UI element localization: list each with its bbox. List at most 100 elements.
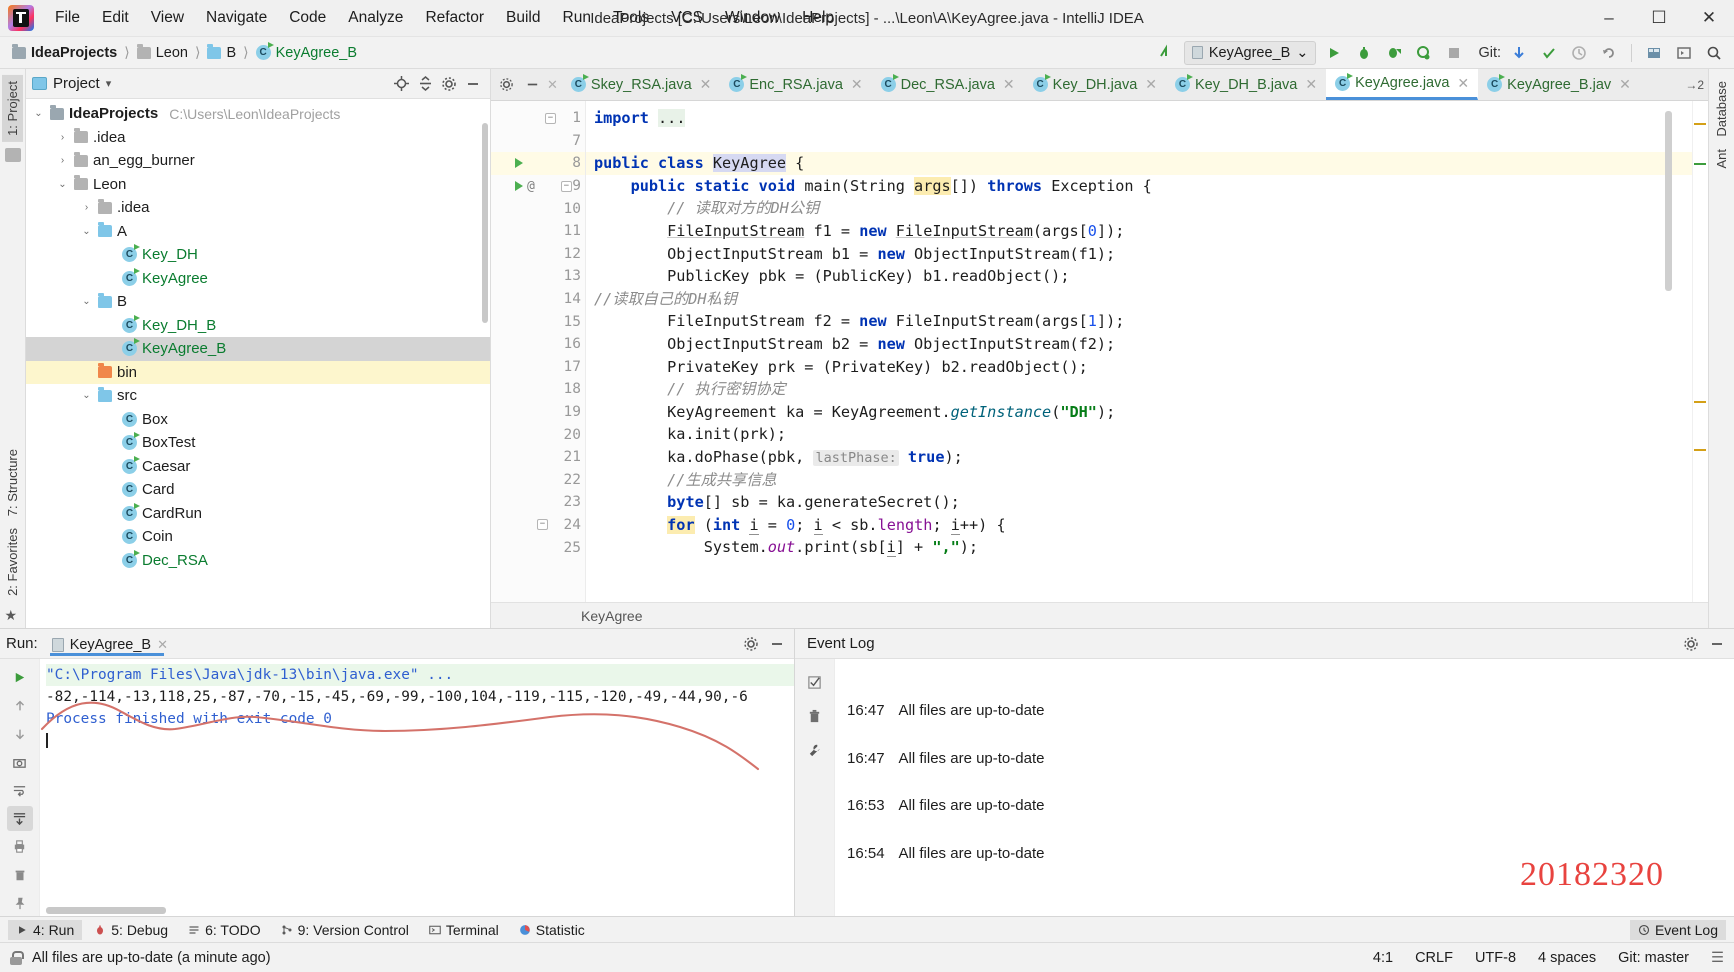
- camera-icon[interactable]: [7, 750, 33, 775]
- tree-row[interactable]: C Dec_RSA: [26, 549, 490, 573]
- menu-refactor[interactable]: Refactor: [414, 5, 495, 31]
- pin-icon[interactable]: [7, 891, 33, 916]
- fold-expand-icon[interactable]: −: [545, 112, 556, 124]
- file-encoding[interactable]: UTF-8: [1475, 950, 1516, 966]
- event-log-row[interactable]: 16:47 All files are up-to-date: [847, 735, 1734, 783]
- editor-gutter[interactable]: −1 7 8 @ −9 10 11 12 13 14 15 16 17 18 19 20 21 22 23−24 25: [491, 101, 586, 602]
- close-icon[interactable]: ✕: [1457, 75, 1469, 92]
- search-everywhere-icon[interactable]: [1702, 41, 1726, 65]
- chevron-down-icon[interactable]: ⌄: [80, 390, 93, 401]
- gutter-line[interactable]: 25: [491, 536, 585, 559]
- breadcrumb[interactable]: IdeaProjects ⟩ Leon ⟩ B ⟩ C KeyAgree_B: [8, 42, 361, 63]
- gutter-line[interactable]: 18: [491, 378, 585, 401]
- editor-tabs-overflow[interactable]: →2: [1685, 69, 1708, 100]
- minimize-icon[interactable]: [766, 633, 788, 655]
- run-configuration-selector[interactable]: KeyAgree_B ⌄: [1183, 40, 1317, 65]
- gutter-line[interactable]: 23: [491, 491, 585, 514]
- minimize-icon[interactable]: [1706, 633, 1728, 655]
- event-log-row[interactable]: 16:53 All files are up-to-date: [847, 782, 1734, 830]
- editor-marker-bar[interactable]: [1692, 101, 1708, 602]
- sidebar-item-project[interactable]: 1: Project: [2, 75, 23, 142]
- gutter-line[interactable]: 8: [491, 152, 585, 175]
- sidebar-item-favorites[interactable]: 2: Favorites: [2, 522, 23, 602]
- close-icon[interactable]: ✕: [1003, 76, 1015, 93]
- editor-tab[interactable]: C KeyAgree.java ✕: [1326, 69, 1479, 100]
- window-controls[interactable]: – ☐ ✕: [1584, 0, 1734, 36]
- editor-tabs[interactable]: ✕ C Skey_RSA.java ✕ C Enc_RSA.java ✕ C Dec_RSA.…: [491, 69, 1708, 101]
- tree-scrollbar[interactable]: [482, 123, 488, 323]
- editor-settings-gear-icon[interactable]: [495, 74, 517, 96]
- gutter-line[interactable]: 21: [491, 446, 585, 469]
- tree-row[interactable]: ⌄ IdeaProjects C:\Users\Leon\IdeaProjects: [26, 102, 490, 126]
- tree-row[interactable]: C Key_DH: [26, 243, 490, 267]
- maximize-button[interactable]: ☐: [1634, 0, 1684, 36]
- close-icon[interactable]: ✕: [1619, 76, 1631, 93]
- line-separator[interactable]: CRLF: [1415, 950, 1453, 966]
- chevron-down-icon[interactable]: ⌄: [80, 226, 93, 237]
- editor-tab[interactable]: C Dec_RSA.java ✕: [872, 69, 1024, 100]
- chevron-down-icon[interactable]: ⌄: [56, 179, 69, 190]
- editor-tab[interactable]: C Key_DH.java ✕: [1024, 69, 1166, 100]
- tree-row[interactable]: C CardRun: [26, 502, 490, 526]
- stop-icon[interactable]: [1442, 41, 1466, 65]
- caret-position[interactable]: 4:1: [1373, 950, 1393, 966]
- tree-row[interactable]: › .idea: [26, 196, 490, 220]
- debug-icon[interactable]: [1352, 41, 1376, 65]
- terminal-icon[interactable]: [1672, 41, 1696, 65]
- chevron-right-icon[interactable]: ›: [56, 132, 69, 143]
- gutter-line[interactable]: 17: [491, 356, 585, 379]
- collapse-all-icon[interactable]: [414, 73, 436, 95]
- tree-row[interactable]: ⌄ src: [26, 384, 490, 408]
- trash-icon[interactable]: [802, 703, 828, 729]
- tool-window-debug[interactable]: 5: Debug: [86, 920, 176, 940]
- chevron-right-icon[interactable]: ›: [80, 202, 93, 213]
- close-icon[interactable]: ✕: [1145, 76, 1157, 93]
- breadcrumb-b[interactable]: B: [203, 43, 240, 63]
- status-bar-layout-icon[interactable]: ☰: [1711, 950, 1724, 966]
- sidebar-item-structure[interactable]: 7: Structure: [2, 443, 23, 522]
- gutter-line[interactable]: −24: [491, 514, 585, 537]
- gear-icon[interactable]: [740, 633, 762, 655]
- chevron-down-icon[interactable]: ⌄: [32, 108, 45, 119]
- gutter-line[interactable]: 16: [491, 333, 585, 356]
- menu-help[interactable]: Help: [791, 5, 845, 31]
- sidebar-item-ant[interactable]: Ant: [1711, 143, 1732, 175]
- menu-tools[interactable]: Tools: [602, 5, 660, 31]
- menu-file[interactable]: File: [44, 5, 91, 31]
- locate-icon[interactable]: [390, 73, 412, 95]
- wrench-icon[interactable]: [802, 737, 828, 763]
- gutter-line[interactable]: 10: [491, 197, 585, 220]
- tree-row[interactable]: C Card: [26, 478, 490, 502]
- build-icon[interactable]: [1154, 41, 1178, 65]
- run-gutter-icon[interactable]: [515, 181, 523, 192]
- trash-icon[interactable]: [7, 863, 33, 888]
- tree-row[interactable]: C Key_DH_B: [26, 314, 490, 338]
- close-icon[interactable]: ✕: [851, 76, 863, 93]
- breadcrumb-keyagree-b[interactable]: C KeyAgree_B: [252, 42, 361, 63]
- gutter-line[interactable]: 15: [491, 310, 585, 333]
- fold-collapse-icon[interactable]: −: [537, 519, 548, 531]
- run-tab-keyagree-b[interactable]: KeyAgree_B ✕: [46, 634, 174, 656]
- menu-view[interactable]: View: [140, 5, 195, 31]
- menu-run[interactable]: Run: [552, 5, 602, 31]
- chevron-right-icon[interactable]: ›: [56, 155, 69, 166]
- tree-row[interactable]: C Box: [26, 408, 490, 432]
- hide-panel-icon[interactable]: [462, 73, 484, 95]
- mark-read-icon[interactable]: [802, 669, 828, 695]
- fold-collapse-icon[interactable]: −: [560, 180, 572, 192]
- editor-breadcrumb[interactable]: KeyAgree: [491, 602, 1708, 628]
- tool-window-version-control[interactable]: 9: Version Control: [273, 920, 417, 940]
- favorites-star-icon[interactable]: ★: [5, 608, 21, 622]
- gear-icon[interactable]: [1680, 633, 1702, 655]
- database-icon[interactable]: [1642, 41, 1666, 65]
- tree-row[interactable]: C KeyAgree: [26, 267, 490, 291]
- tree-row[interactable]: › an_egg_burner: [26, 149, 490, 173]
- gutter-line[interactable]: 12: [491, 243, 585, 266]
- tree-row[interactable]: C Coin: [26, 525, 490, 549]
- override-at-icon[interactable]: @: [527, 179, 535, 194]
- editor-tab[interactable]: C Key_DH_B.java ✕: [1166, 69, 1326, 100]
- breadcrumb-ideaprojects[interactable]: IdeaProjects: [8, 43, 121, 63]
- commit-icon[interactable]: [1537, 41, 1561, 65]
- breadcrumb-leon[interactable]: Leon: [133, 43, 192, 63]
- close-icon[interactable]: ✕: [1305, 76, 1317, 93]
